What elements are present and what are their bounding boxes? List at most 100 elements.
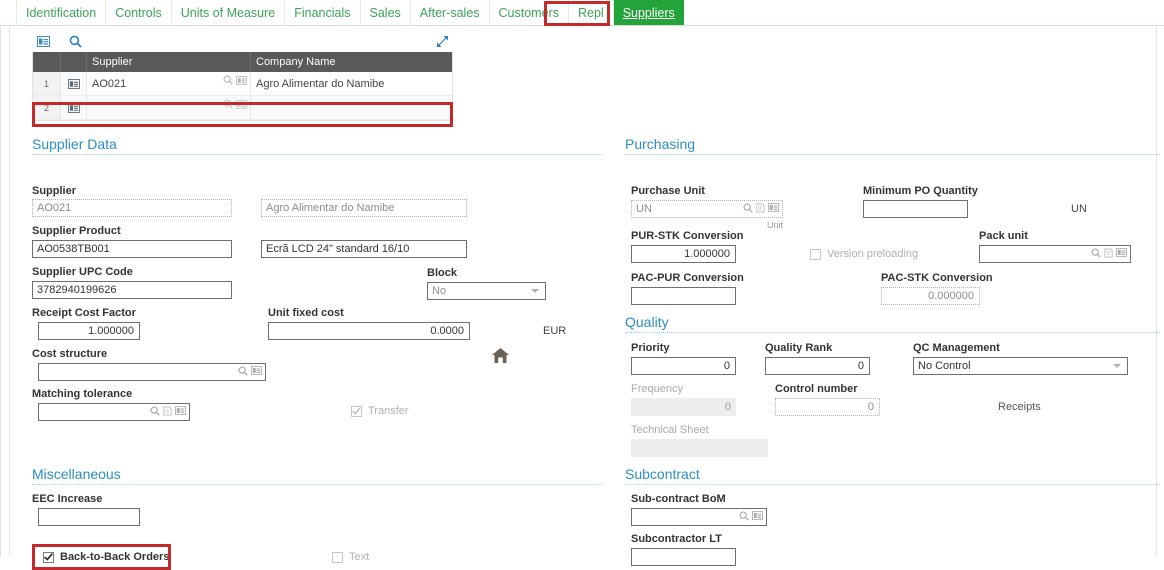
qc-management-select-value: No Control: [918, 360, 971, 372]
frequency-label: Frequency: [631, 383, 683, 395]
receipt-cost-factor-field[interactable]: 1.000000: [38, 322, 140, 340]
supplier-upc-value: 3782940199626: [37, 284, 117, 296]
tab-repl[interactable]: Repl: [569, 0, 614, 25]
lookup-search-icon[interactable]: [739, 511, 749, 524]
unit-fixed-cost-value: 0.0000: [430, 325, 464, 337]
lookup-search-icon[interactable]: [150, 406, 160, 419]
version-preloading-checkbox-box: [810, 248, 821, 260]
pac-pur-conversion-field[interactable]: [631, 287, 736, 305]
lookup-detail-icon[interactable]: [236, 99, 247, 112]
row-number: 2: [33, 96, 61, 119]
quality-title: Quality: [625, 314, 669, 330]
lookup-search-icon[interactable]: [1091, 248, 1101, 261]
minimum-po-quantity-field[interactable]: [863, 200, 968, 218]
grid-toolbar: [32, 30, 453, 52]
tab-sales[interactable]: Sales: [361, 0, 411, 25]
qc-management-select[interactable]: No Control: [913, 357, 1128, 375]
supplier-product-value: AO0538TB001: [37, 243, 110, 255]
page-content-frame: Supplier Company Name 1 AO021 Agro Alime…: [9, 26, 1160, 570]
expand-diagonal-icon[interactable]: [431, 32, 453, 50]
lookup-search-icon[interactable]: [743, 203, 753, 216]
miscellaneous-divider: [32, 484, 602, 485]
pur-stk-conversion-field[interactable]: 1.000000: [631, 245, 736, 263]
home-icon[interactable]: [491, 347, 510, 367]
matching-tolerance-adornments: [150, 404, 186, 420]
tab-controls[interactable]: Controls: [106, 0, 172, 25]
pack-unit-label: Pack unit: [979, 230, 1028, 242]
supplier-upc-field[interactable]: 3782940199626: [32, 281, 232, 299]
lookup-detail-icon[interactable]: [175, 406, 186, 418]
row-supplier-cell[interactable]: AO021: [87, 72, 251, 95]
lookup-search-icon[interactable]: [223, 99, 233, 112]
unit-fixed-cost-field[interactable]: 0.0000: [268, 322, 470, 340]
purchase-unit-label: Purchase Unit: [631, 185, 705, 197]
supplier-product-field[interactable]: AO0538TB001: [32, 240, 232, 258]
table-row[interactable]: 1 AO021 Agro Alimentar do Namibe: [33, 72, 452, 96]
lookup-next-icon[interactable]: [756, 203, 765, 216]
lookup-detail-icon[interactable]: [251, 366, 262, 378]
matching-tolerance-field[interactable]: [38, 403, 190, 421]
cost-structure-label: Cost structure: [32, 348, 108, 360]
tab-financials[interactable]: Financials: [285, 0, 361, 25]
priority-value: 0: [723, 360, 730, 372]
search-icon[interactable]: [64, 32, 86, 50]
supplier-name-field[interactable]: Agro Alimentar do Namibe: [261, 199, 467, 217]
receipt-cost-factor-label: Receipt Cost Factor: [32, 307, 136, 319]
block-select[interactable]: No: [427, 282, 546, 300]
pack-unit-field[interactable]: [979, 245, 1131, 263]
grid-header-supplier: Supplier: [87, 52, 251, 72]
pac-stk-conversion-field[interactable]: 0.000000: [881, 287, 980, 305]
pack-unit-adornments: [1091, 246, 1127, 262]
frequency-field: 0: [631, 398, 736, 416]
detail-list-icon[interactable]: [32, 32, 54, 50]
back-to-back-orders-checkbox[interactable]: Back-to-Back Orders: [43, 551, 169, 563]
text-checkbox[interactable]: Text: [332, 551, 369, 563]
subcontractor-lt-field[interactable]: [631, 548, 736, 566]
matching-tolerance-label: Matching tolerance: [32, 388, 133, 400]
table-row[interactable]: 2: [33, 96, 452, 120]
subcontract-title: Subcontract: [625, 466, 700, 482]
main-tab-bar: Identification Controls Units of Measure…: [0, 0, 1164, 26]
control-number-field[interactable]: 0: [775, 398, 880, 416]
tab-identification[interactable]: Identification: [16, 0, 107, 25]
lookup-detail-icon[interactable]: [752, 511, 763, 523]
back-to-back-orders-label: Back-to-Back Orders: [60, 551, 170, 563]
quality-section: Quality: [625, 314, 1160, 341]
purchase-unit-field[interactable]: UN: [631, 200, 783, 218]
quality-divider: [625, 332, 1160, 333]
tab-units-of-measure[interactable]: Units of Measure: [172, 0, 286, 25]
supplier-field[interactable]: AO021: [32, 199, 232, 217]
priority-field[interactable]: 0: [631, 357, 736, 375]
supplier-field-value: AO021: [37, 202, 72, 214]
tab-customers[interactable]: Customers: [490, 0, 569, 25]
chevron-down-icon: [1113, 364, 1121, 368]
receipts-label: Receipts: [998, 401, 1041, 413]
row-company-name-value: Agro Alimentar do Namibe: [256, 77, 385, 90]
lookup-next-icon[interactable]: [1104, 248, 1113, 261]
version-preloading-checkbox[interactable]: Version preloading: [810, 248, 918, 260]
tab-after-sales[interactable]: After-sales: [411, 0, 490, 25]
sub-contract-bom-field[interactable]: [631, 508, 767, 526]
lookup-detail-icon[interactable]: [236, 75, 247, 88]
row-supplier-cell[interactable]: [87, 96, 251, 119]
subcontract-divider: [625, 484, 1160, 485]
minimum-po-quantity-suffix: UN: [1071, 203, 1087, 215]
miscellaneous-title: Miscellaneous: [32, 466, 121, 482]
tab-suppliers[interactable]: Suppliers: [613, 0, 684, 25]
supplier-field-label: Supplier: [32, 185, 77, 197]
lookup-detail-icon[interactable]: [768, 203, 779, 215]
cost-structure-field[interactable]: [38, 363, 266, 381]
quality-rank-field[interactable]: 0: [765, 357, 870, 375]
sub-contract-bom-adornments: [739, 509, 763, 525]
transfer-checkbox[interactable]: Transfer: [351, 405, 409, 417]
eec-increase-field[interactable]: [38, 508, 140, 526]
supplier-grid: Supplier Company Name 1 AO021 Agro Alime…: [32, 52, 453, 121]
lookup-next-icon[interactable]: [163, 406, 172, 419]
lookup-detail-icon[interactable]: [1116, 248, 1127, 260]
lookup-search-icon[interactable]: [223, 75, 233, 88]
lookup-search-icon[interactable]: [238, 366, 248, 379]
row-detail-icon[interactable]: [61, 72, 87, 95]
supplier-product-description-field[interactable]: Ecrã LCD 24" standard 16/10: [261, 240, 467, 258]
row-detail-icon[interactable]: [61, 96, 87, 119]
back-to-back-orders-checkbox-box: [43, 551, 54, 563]
